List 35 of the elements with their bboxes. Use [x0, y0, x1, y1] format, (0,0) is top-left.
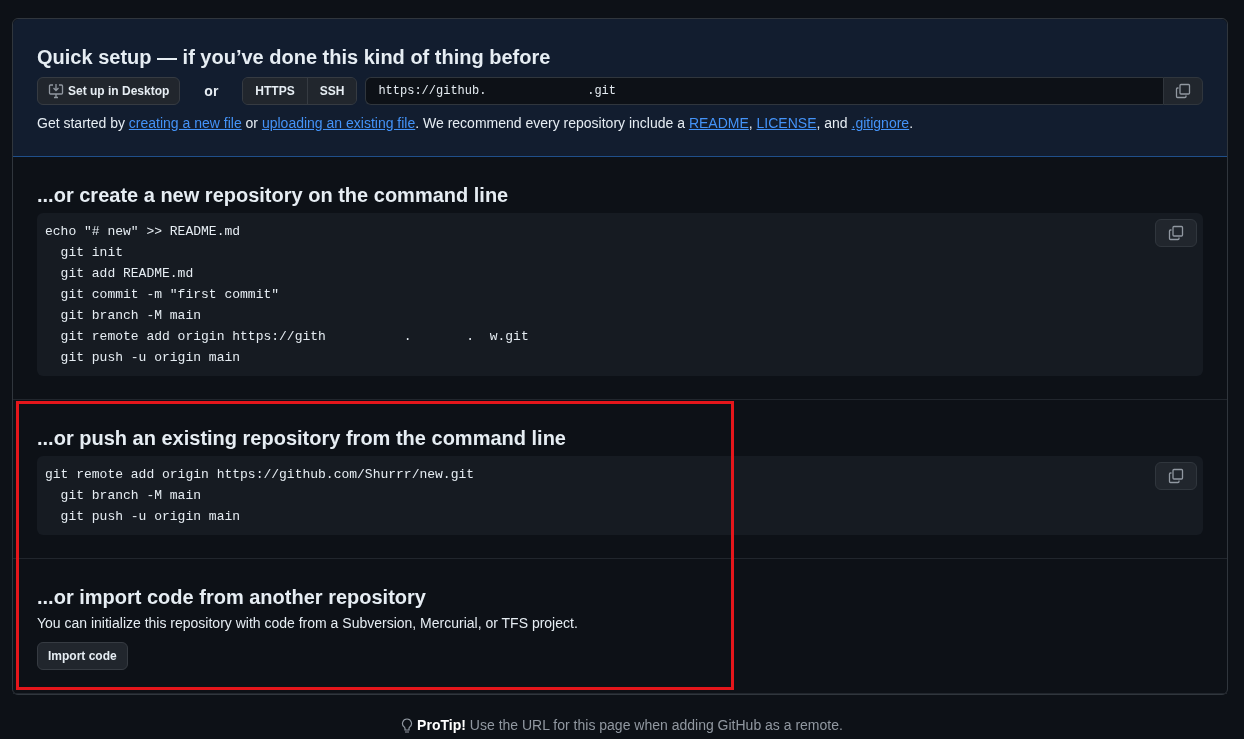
code-line: echo "# new" >> README.md	[45, 223, 241, 241]
copy-button[interactable]	[1155, 219, 1197, 247]
code-line: git commit -m "first commit"	[59, 286, 280, 304]
protip-text: ProTip! Use the URL for this page when adding GitHub as a remote.	[417, 716, 843, 735]
section-title: Quick setup — if you’ve done this kind of thing before	[37, 45, 552, 69]
code-line: git init	[59, 244, 123, 262]
link[interactable]: README	[688, 115, 749, 131]
section-title: ...or push an existing repository from the command line	[37, 426, 567, 450]
copy-button[interactable]	[1155, 462, 1197, 490]
desktop-button[interactable]: Set up in Desktop	[37, 77, 181, 105]
link[interactable]: .gitignore	[851, 115, 910, 131]
section-title: ...or import code from another repository	[37, 585, 427, 609]
code-line: git push -u origin main	[59, 508, 241, 526]
import-description: You can initialize this repository with code from a Subversion, Mercurial, or TFS project.	[37, 614, 579, 633]
section-title: ...or create a new repository on the command line	[37, 183, 510, 207]
import-code-button[interactable]: Import code	[37, 642, 128, 670]
code-line: git remote add origin https://github.com/Shurrr/new.git	[45, 466, 475, 484]
url-field[interactable]: https://github. .git	[365, 77, 1163, 105]
link[interactable]: LICENSE	[756, 115, 817, 131]
copy-icon	[1175, 83, 1191, 99]
lightbulb-icon	[401, 717, 414, 734]
copy-button[interactable]	[1163, 77, 1203, 105]
link[interactable]: uploading an existing file	[261, 115, 416, 131]
copy-icon	[1168, 225, 1184, 241]
link[interactable]: creating a new file	[128, 115, 242, 131]
code-line: git branch -M main	[59, 487, 202, 505]
or-label: or	[204, 81, 219, 101]
desktop-download-icon	[48, 83, 64, 99]
code-line: git add README.md	[59, 265, 194, 283]
code-line: git branch -M main	[59, 307, 202, 325]
protocol-tab[interactable]: SSH	[306, 78, 357, 104]
intro-text: Get started by creating a new file or uploading an existing file. We recommend every repository include a README, LICENSE, and .gitignore.	[37, 114, 914, 133]
code-line: git remote add origin https://gith . . w.git	[59, 328, 529, 346]
copy-icon	[1168, 468, 1184, 484]
code-line: git push -u origin main	[59, 349, 241, 367]
